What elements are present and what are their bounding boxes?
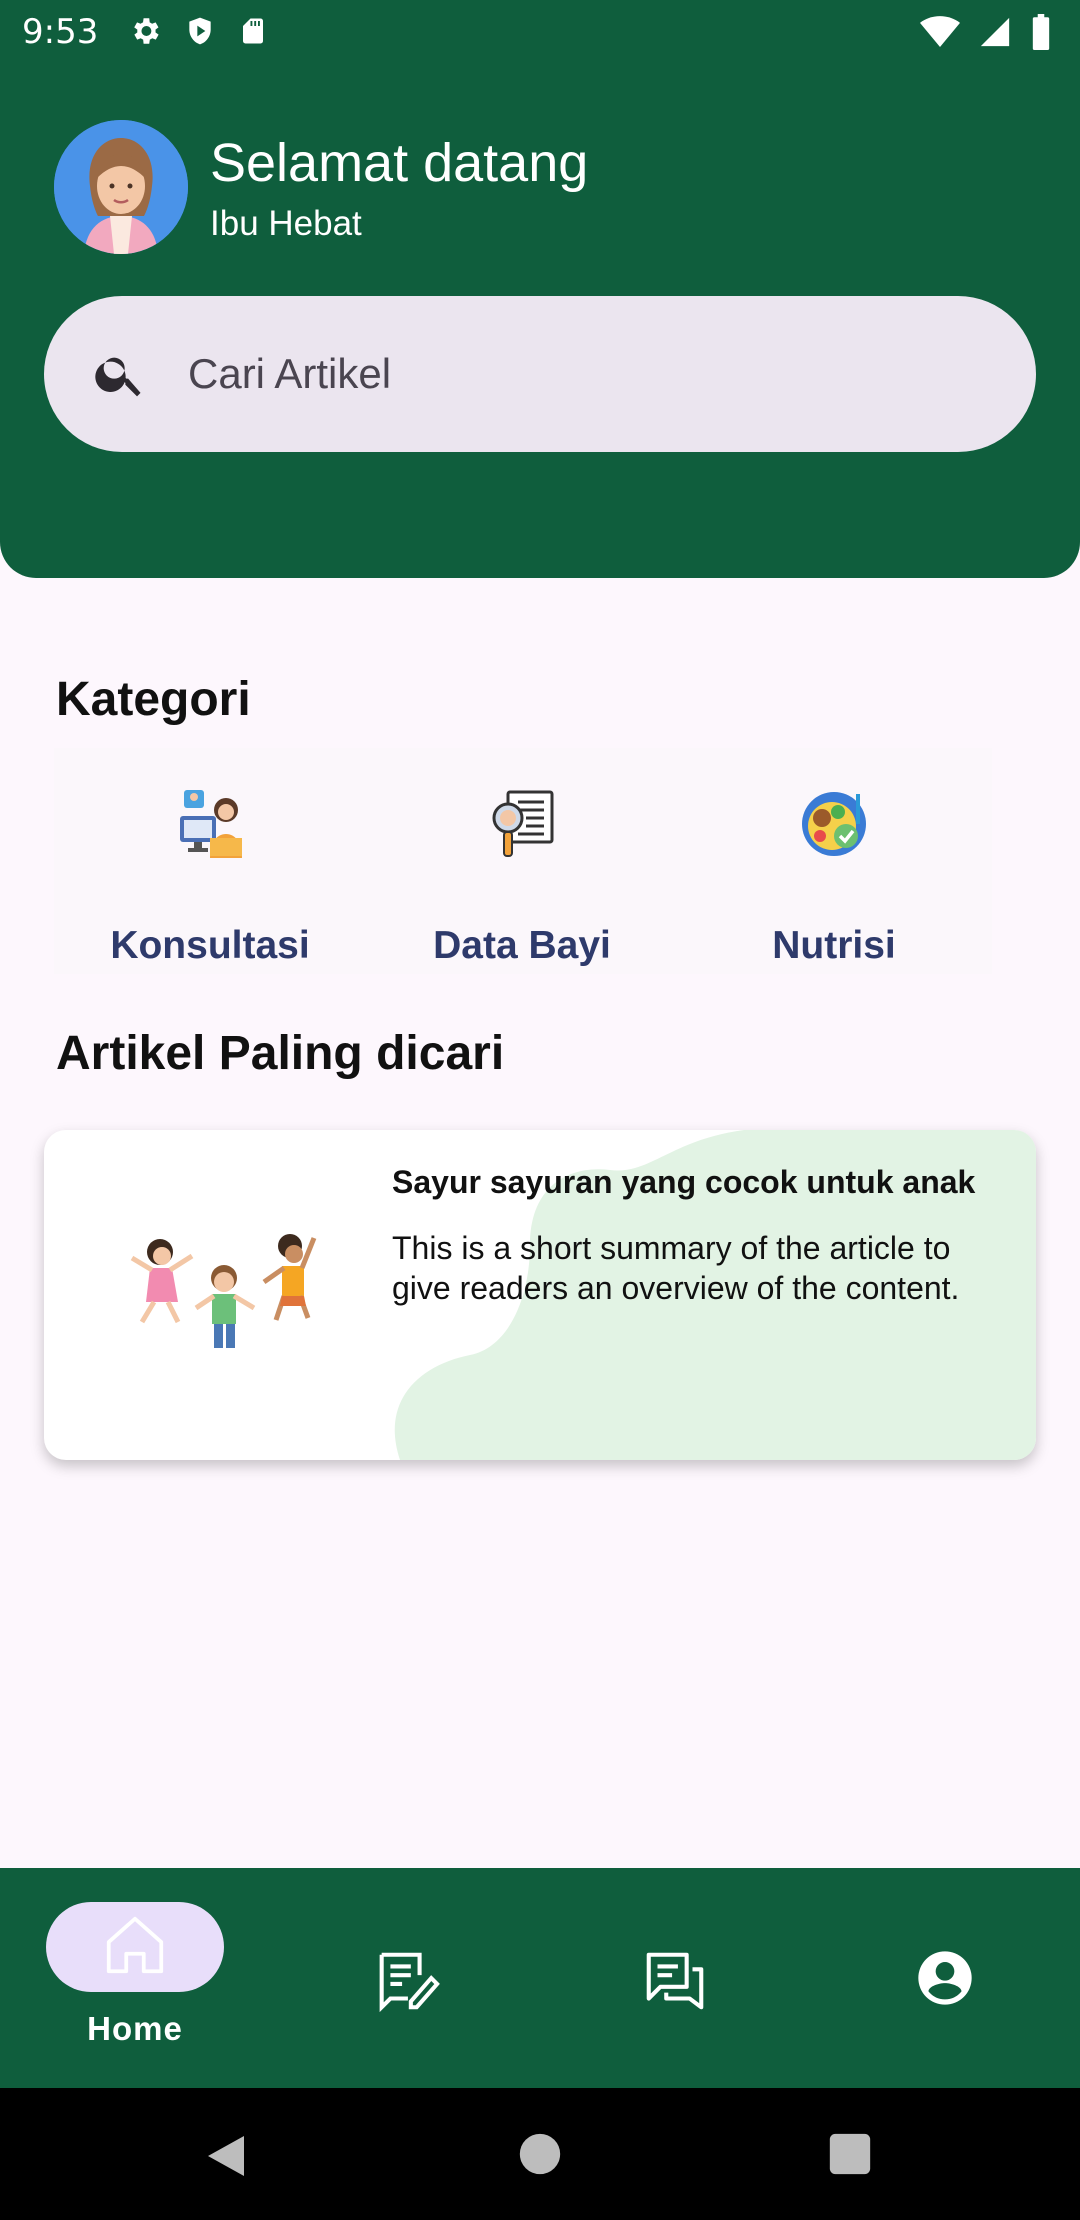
nav-account[interactable] bbox=[810, 1868, 1080, 2088]
category-konsultasi[interactable]: Konsultasi bbox=[54, 748, 366, 974]
avatar[interactable] bbox=[54, 120, 188, 254]
article-card[interactable]: Sayur sayuran yang cocok untuk anak This… bbox=[44, 1130, 1036, 1460]
system-navigation-bar bbox=[0, 2088, 1080, 2220]
home-screen: 9:53 Selamat datang Ibu Hebat Cari Artik… bbox=[0, 0, 1080, 2220]
status-icons-left bbox=[128, 14, 268, 48]
status-time: 9:53 bbox=[22, 12, 99, 52]
signal-icon bbox=[978, 15, 1012, 49]
status-bar: 9:53 bbox=[0, 0, 1080, 66]
articles-title: Artikel Paling dicari bbox=[56, 1027, 505, 1080]
nav-chat[interactable] bbox=[540, 1868, 810, 2088]
nutrition-icon bbox=[798, 788, 870, 860]
wifi-icon bbox=[920, 15, 960, 49]
recents-icon[interactable] bbox=[828, 2132, 872, 2176]
category-label: Nutrisi bbox=[772, 924, 896, 967]
home-circle-icon[interactable] bbox=[518, 2132, 562, 2176]
consultation-icon bbox=[174, 788, 246, 860]
back-icon[interactable] bbox=[204, 2132, 248, 2180]
category-label: Data Bayi bbox=[433, 924, 611, 967]
kids-playing-illustration bbox=[130, 1234, 317, 1348]
bottom-navigation: Home bbox=[0, 1868, 1080, 2088]
edit-note-icon bbox=[370, 1946, 440, 2016]
nav-home-label: Home bbox=[87, 2010, 183, 2047]
user-avatar-icon bbox=[54, 120, 188, 254]
header: 9:53 Selamat datang Ibu Hebat Cari Artik… bbox=[0, 0, 1080, 578]
sd-card-icon bbox=[238, 14, 268, 48]
baby-data-icon bbox=[486, 788, 558, 860]
status-icons-right bbox=[920, 14, 1052, 50]
search-input[interactable] bbox=[188, 350, 968, 398]
account-icon bbox=[913, 1946, 977, 2010]
shield-play-icon bbox=[184, 14, 216, 48]
greeting-title: Selamat datang bbox=[210, 133, 589, 193]
username: Ibu Hebat bbox=[210, 204, 362, 243]
search-bar[interactable] bbox=[44, 296, 1036, 452]
gear-icon bbox=[128, 14, 162, 48]
category-label: Konsultasi bbox=[110, 924, 310, 967]
category-data-bayi[interactable]: Data Bayi bbox=[366, 748, 678, 974]
nav-home[interactable]: Home bbox=[0, 1868, 270, 2088]
nav-notes[interactable] bbox=[270, 1868, 540, 2088]
nav-active-pill bbox=[46, 1902, 224, 1992]
categories-title: Kategori bbox=[56, 673, 251, 726]
article-summary: This is a short summary of the article t… bbox=[392, 1230, 960, 1306]
battery-icon bbox=[1030, 14, 1052, 50]
article-title: Sayur sayuran yang cocok untuk anak bbox=[392, 1164, 976, 1200]
chat-icon bbox=[640, 1946, 710, 2016]
category-panel: Konsultasi Data Bayi Nutrisi bbox=[54, 748, 992, 974]
home-icon bbox=[100, 1910, 170, 1985]
category-nutrisi[interactable]: Nutrisi bbox=[678, 748, 990, 974]
search-icon[interactable] bbox=[92, 346, 148, 402]
